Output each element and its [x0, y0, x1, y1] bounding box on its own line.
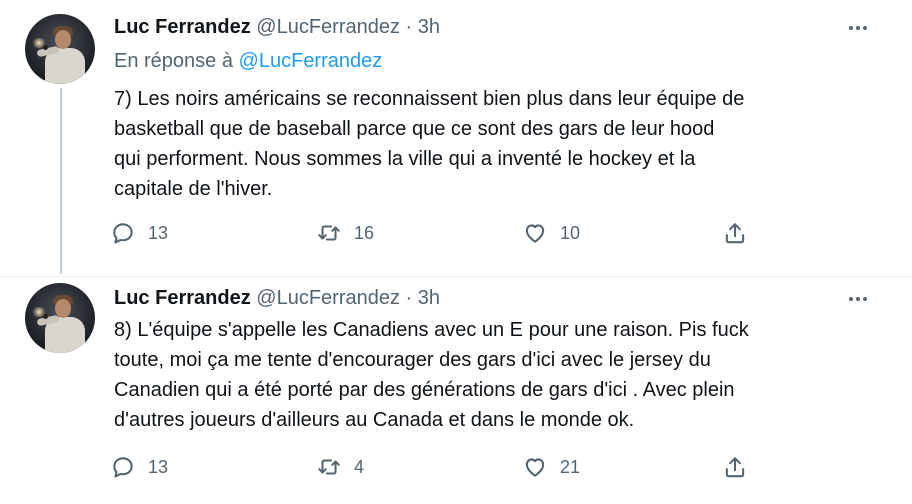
tweet-header: Luc Ferrandez @LucFerrandez · 3h [114, 287, 440, 310]
author-handle[interactable]: @LucFerrandez [256, 16, 400, 38]
share-button[interactable] [722, 452, 748, 482]
heart-icon [525, 224, 545, 243]
retweet-button[interactable]: 16 [316, 218, 374, 248]
like-button[interactable]: 10 [522, 218, 580, 248]
reply-icon [113, 457, 133, 478]
more-options-icon[interactable] [846, 22, 870, 34]
timestamp[interactable]: 3h [418, 287, 440, 309]
like-count: 10 [560, 222, 581, 243]
reply-button[interactable]: 13 [110, 452, 168, 482]
reply-count: 13 [148, 456, 169, 477]
tweet-header: Luc Ferrandez @LucFerrandez · 3h [114, 16, 440, 39]
reply-context: En réponse à @LucFerrandez [114, 50, 382, 73]
tweet-text: 7) Les noirs américains se reconnaissent… [114, 88, 745, 200]
retweet-button[interactable]: 4 [316, 452, 364, 482]
author-name[interactable]: Luc Ferrandez [114, 16, 251, 38]
retweet-icon [318, 459, 340, 475]
separator-dot: · [405, 287, 413, 309]
reply-count: 13 [148, 222, 169, 243]
separator-dot: · [405, 16, 413, 38]
timestamp[interactable]: 3h [418, 16, 440, 38]
tweet-1[interactable]: Luc Ferrandez @LucFerrandez · 3h En répo… [0, 0, 912, 276]
reply-button[interactable]: 13 [110, 218, 168, 248]
tweet-actions: 13 4 21 [110, 452, 770, 482]
heart-icon [525, 458, 545, 477]
share-icon [725, 223, 745, 244]
reply-label: En réponse à [114, 50, 233, 72]
tweet-text: 8) L'équipe s'appelle les Canadiens avec… [114, 319, 749, 431]
tweet-actions: 13 16 10 [110, 218, 770, 248]
retweet-icon [318, 225, 340, 241]
reply-mention-link[interactable]: @LucFerrandez [239, 50, 383, 72]
retweet-count: 16 [354, 222, 375, 243]
like-button[interactable]: 21 [522, 452, 580, 482]
retweet-count: 4 [354, 456, 365, 477]
avatar[interactable] [25, 283, 95, 353]
tweet-2[interactable]: Luc Ferrandez @LucFerrandez · 3h 8) L'éq… [0, 277, 912, 504]
reply-icon [113, 223, 133, 244]
share-icon [725, 457, 745, 478]
more-options-icon[interactable] [846, 293, 870, 305]
share-button[interactable] [722, 218, 748, 248]
author-name[interactable]: Luc Ferrandez [114, 287, 251, 309]
author-handle[interactable]: @LucFerrandez [256, 287, 400, 309]
avatar[interactable] [25, 14, 95, 84]
like-count: 21 [560, 456, 581, 477]
